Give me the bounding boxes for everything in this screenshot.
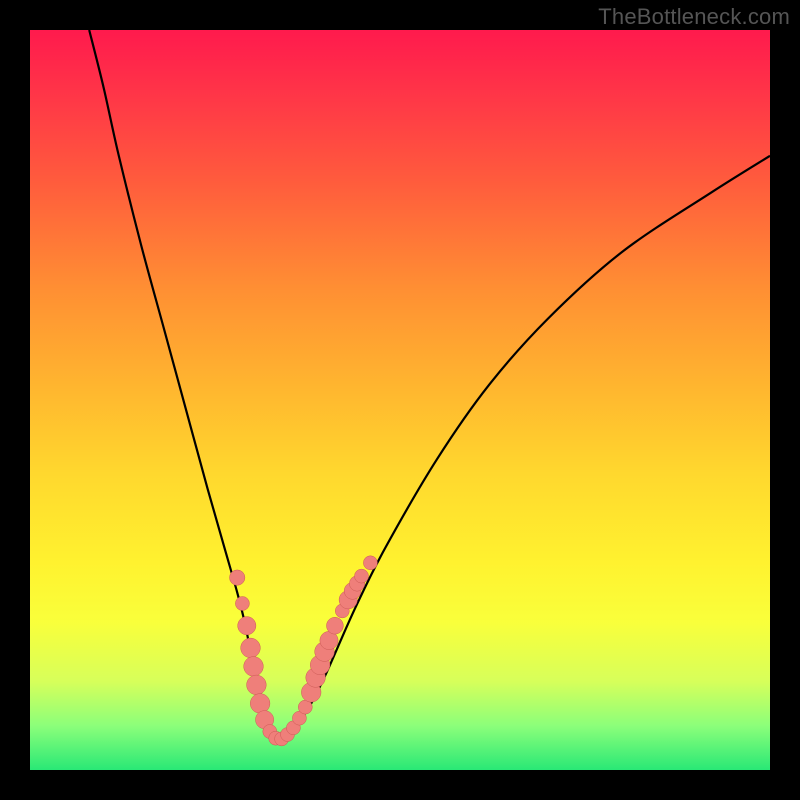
- curve-marker: [355, 569, 369, 583]
- curve-marker: [244, 657, 264, 677]
- chart-frame: TheBottleneck.com: [0, 0, 800, 800]
- curve-markers: [230, 556, 378, 746]
- curve-marker: [327, 617, 344, 634]
- curve-marker: [235, 597, 249, 611]
- curve-marker: [238, 617, 256, 635]
- watermark-text: TheBottleneck.com: [598, 4, 790, 30]
- plot-area: [30, 30, 770, 770]
- curve-marker: [250, 694, 270, 714]
- curve-marker: [363, 556, 377, 570]
- curve-marker: [230, 570, 245, 585]
- curve-marker: [247, 675, 267, 695]
- bottleneck-curve-svg: [30, 30, 770, 770]
- bottleneck-curve: [89, 30, 770, 742]
- curve-marker: [241, 638, 261, 658]
